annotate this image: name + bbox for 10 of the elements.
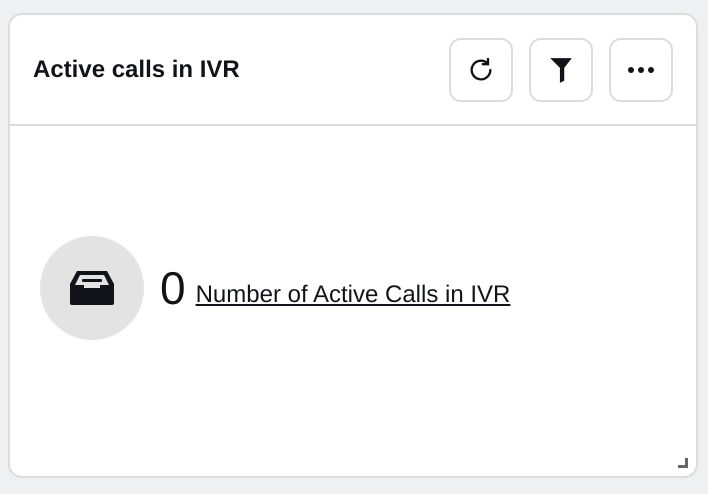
resize-handle-icon[interactable] bbox=[678, 458, 688, 468]
metric-link[interactable]: Number of Active Calls in IVR bbox=[196, 281, 510, 309]
tray-icon bbox=[69, 270, 115, 306]
filter-icon bbox=[548, 56, 574, 84]
widget-title: Active calls in IVR bbox=[33, 56, 240, 84]
more-icon bbox=[627, 66, 655, 74]
more-button[interactable] bbox=[609, 38, 673, 102]
filter-button[interactable] bbox=[529, 38, 593, 102]
refresh-button[interactable] bbox=[449, 38, 513, 102]
metric-value: 0 bbox=[160, 265, 186, 311]
